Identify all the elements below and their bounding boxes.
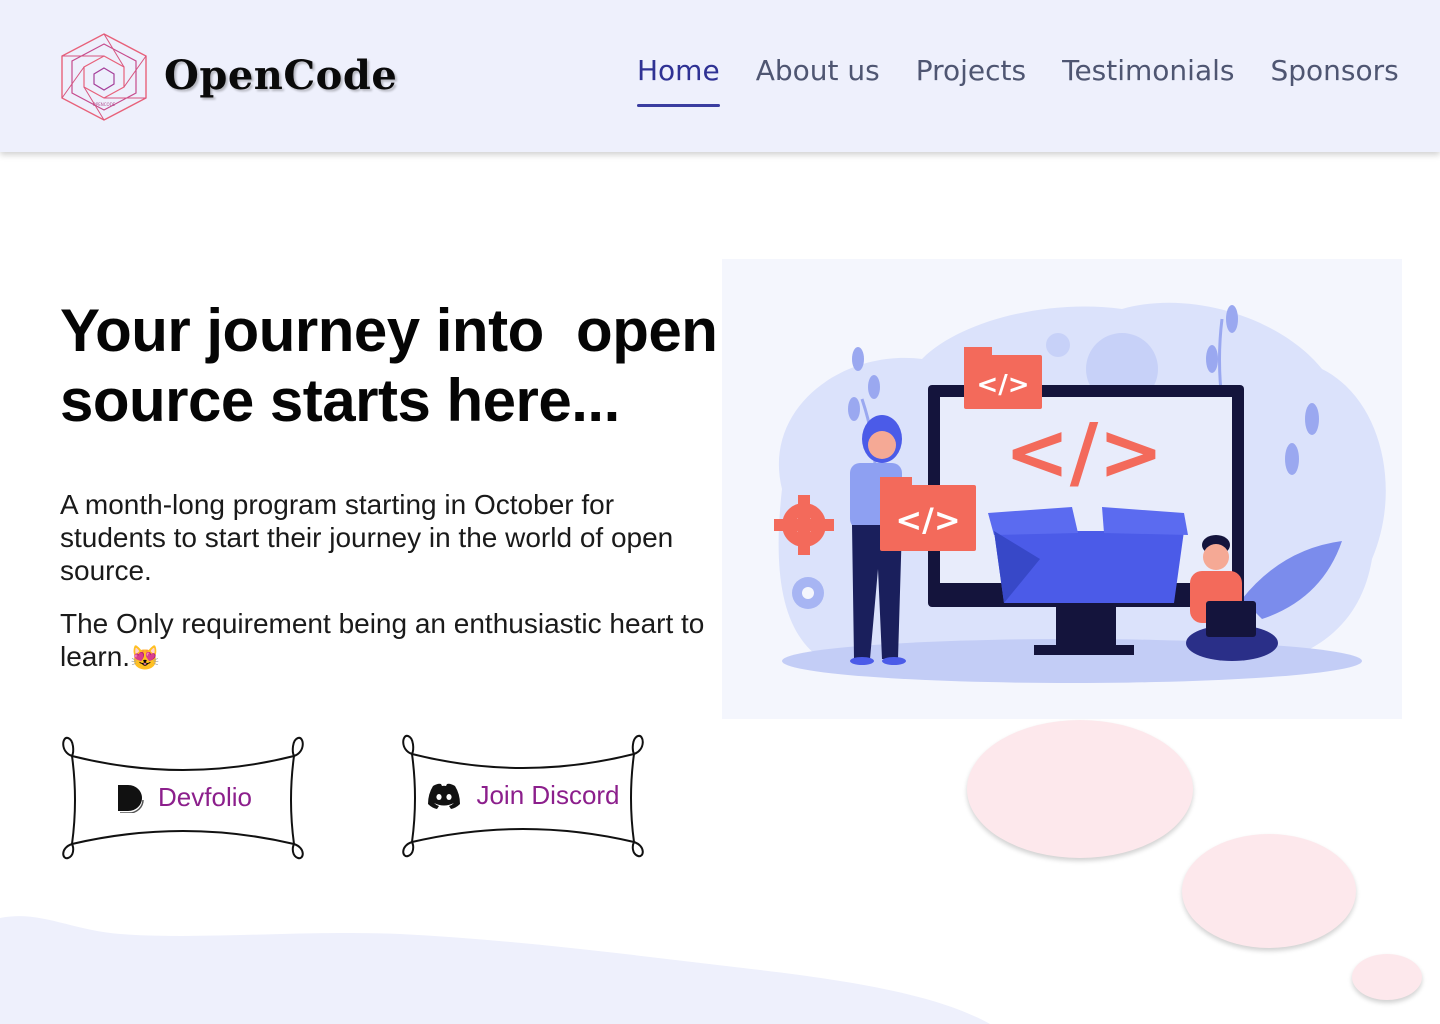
laptop-icon: [1206, 601, 1256, 637]
brand-name[interactable]: OpenCode: [164, 52, 397, 99]
nav-item-sponsors[interactable]: Sponsors: [1270, 54, 1398, 107]
hero-title-line-1: Your journey into open: [60, 297, 718, 364]
decorative-blob: [1182, 834, 1356, 948]
heart-eyes-cat-emoji: 😻: [130, 645, 160, 672]
devfolio-icon: [118, 784, 144, 813]
main-nav: Home About us Projects Testimonials Spon…: [637, 54, 1399, 107]
join-discord-button-label: Join Discord: [476, 780, 620, 810]
nav-item-testimonials[interactable]: Testimonials: [1062, 54, 1234, 107]
decorative-blob: [967, 720, 1193, 858]
logo-caption: OPENCODE: [93, 102, 116, 107]
code-symbol-held-folder: </>: [895, 501, 960, 539]
code-symbol-folder: </>: [976, 370, 1029, 400]
opencode-logo-icon[interactable]: OPENCODE: [58, 32, 150, 122]
devfolio-button-label: Devfolio: [158, 782, 252, 812]
devfolio-button[interactable]: Devfolio: [58, 734, 308, 864]
nav-item-home[interactable]: Home: [637, 54, 720, 107]
gear-icon: [792, 577, 824, 609]
code-symbol-screen: </>: [1004, 408, 1163, 498]
hero-title: Your journey into open source starts her…: [60, 296, 720, 436]
hero-requirement: The Only requirement being an enthusiast…: [60, 607, 720, 675]
join-discord-button[interactable]: Join Discord: [398, 732, 648, 862]
decorative-wave: [0, 916, 990, 1024]
site-header: OPENCODE OpenCode Home About us Projects…: [0, 0, 1440, 152]
nav-item-about-us[interactable]: About us: [756, 54, 880, 107]
nav-item-projects[interactable]: Projects: [916, 54, 1026, 107]
developers-illustration: </> </> </>: [774, 302, 1386, 683]
hero-description: A month-long program starting in October…: [60, 489, 674, 586]
discord-icon: [428, 783, 461, 809]
hero-title-line-2: source starts here...: [60, 367, 620, 434]
hero-illustration: </> </> </>: [722, 259, 1402, 719]
decorative-blob: [1352, 954, 1422, 1000]
